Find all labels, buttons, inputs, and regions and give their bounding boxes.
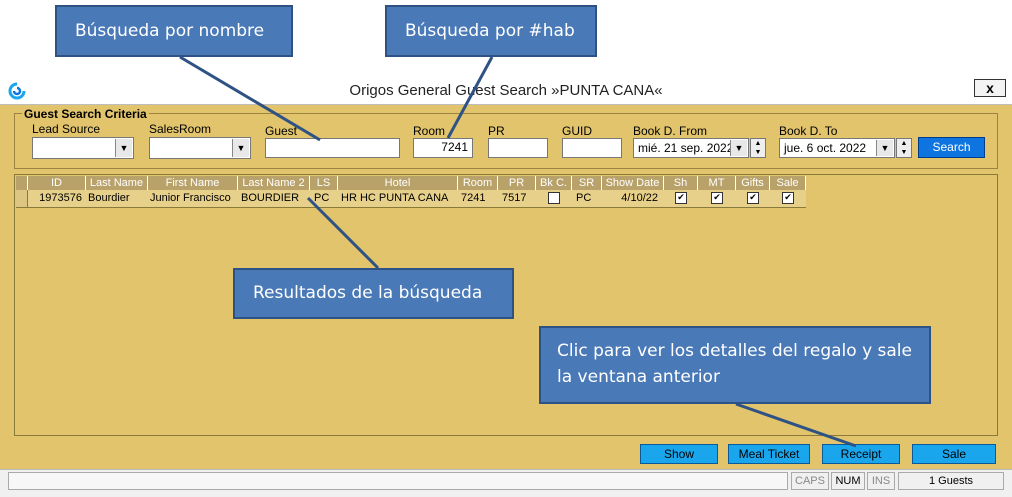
room-search-connector: [446, 56, 494, 139]
receipt-connector: [735, 402, 857, 448]
name-search-callout: Búsqueda por nombre: [55, 5, 293, 57]
receipt-hint-callout: Clic para ver los detalles del regalo y …: [539, 326, 931, 404]
results-connector: [306, 196, 380, 270]
results-callout: Resultados de la búsqueda: [233, 268, 514, 319]
callout-connectors: [179, 55, 857, 448]
name-search-connector: [179, 55, 321, 142]
room-search-callout: Búsqueda por #hab: [385, 5, 597, 57]
